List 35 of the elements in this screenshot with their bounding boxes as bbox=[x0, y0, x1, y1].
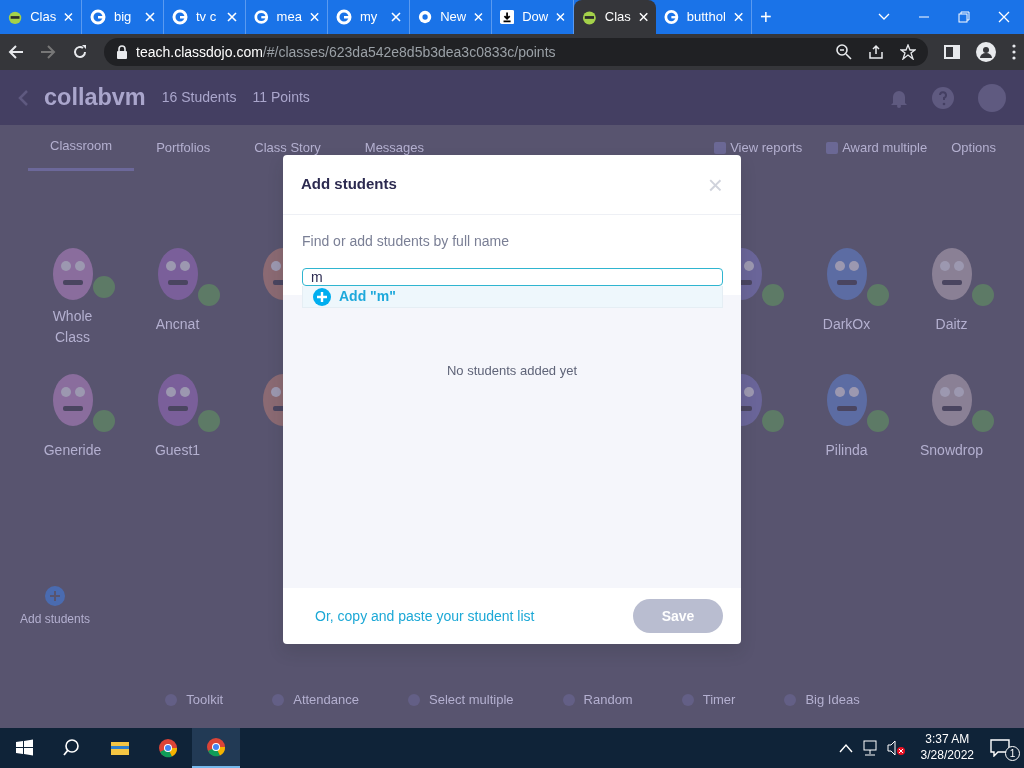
clock-date: 3/28/2022 bbox=[920, 748, 974, 764]
student-name[interactable]: Whole Class bbox=[42, 306, 103, 348]
toolbar-item[interactable]: Big Ideas bbox=[805, 690, 860, 710]
class-name: collabvm bbox=[44, 82, 146, 112]
clock-time: 3:37 AM bbox=[925, 732, 970, 748]
toolbar-item[interactable]: Timer bbox=[702, 690, 736, 710]
student-name[interactable]: Ancnat bbox=[155, 314, 200, 335]
toolbar-item[interactable]: Random bbox=[583, 690, 633, 710]
field-label: Find or add students by full name bbox=[302, 232, 510, 251]
name-field[interactable]: m bbox=[302, 268, 723, 286]
student-name[interactable]: Guest1 bbox=[154, 440, 201, 461]
page-tab[interactable]: Portfolios bbox=[134, 125, 233, 170]
student-count: 16 Students bbox=[161, 88, 237, 107]
empty-message: No students added yet bbox=[445, 362, 579, 380]
paste-list-link[interactable]: Or, copy and paste your student list bbox=[315, 605, 535, 627]
points-count: 11 Points bbox=[252, 88, 310, 107]
toolbar-item[interactable]: Attendance bbox=[293, 690, 359, 710]
page-tab[interactable]: Classroom bbox=[28, 124, 135, 171]
dialog-title: Add students bbox=[301, 174, 397, 195]
add-student-link[interactable]: Add students bbox=[20, 610, 91, 628]
toolbar-item[interactable]: Select multiple bbox=[429, 690, 514, 710]
student-name[interactable]: Generide bbox=[43, 440, 102, 461]
student-name[interactable]: Daitz bbox=[935, 314, 968, 335]
address-field[interactable]: teach.classdojo.com/#/classes/623da542e8d5b3dea3c0833c/points bbox=[104, 38, 928, 66]
add-suggestion[interactable]: Add "m" bbox=[302, 286, 723, 308]
action-link[interactable]: Award multiple bbox=[842, 137, 928, 158]
action-link[interactable]: Options bbox=[951, 137, 996, 158]
browser-tab[interactable]: Clas bbox=[574, 0, 656, 34]
toolbar-item[interactable]: Toolkit bbox=[186, 690, 224, 710]
student-name[interactable]: DarkOx bbox=[822, 314, 871, 335]
new-tab-button[interactable]: + bbox=[760, 2, 772, 32]
student-name[interactable]: Snowdrop bbox=[919, 440, 983, 461]
student-name[interactable]: Pilinda bbox=[825, 440, 868, 461]
action-link[interactable]: View reports bbox=[730, 137, 803, 158]
notification-button[interactable]: 1 bbox=[990, 735, 1020, 761]
